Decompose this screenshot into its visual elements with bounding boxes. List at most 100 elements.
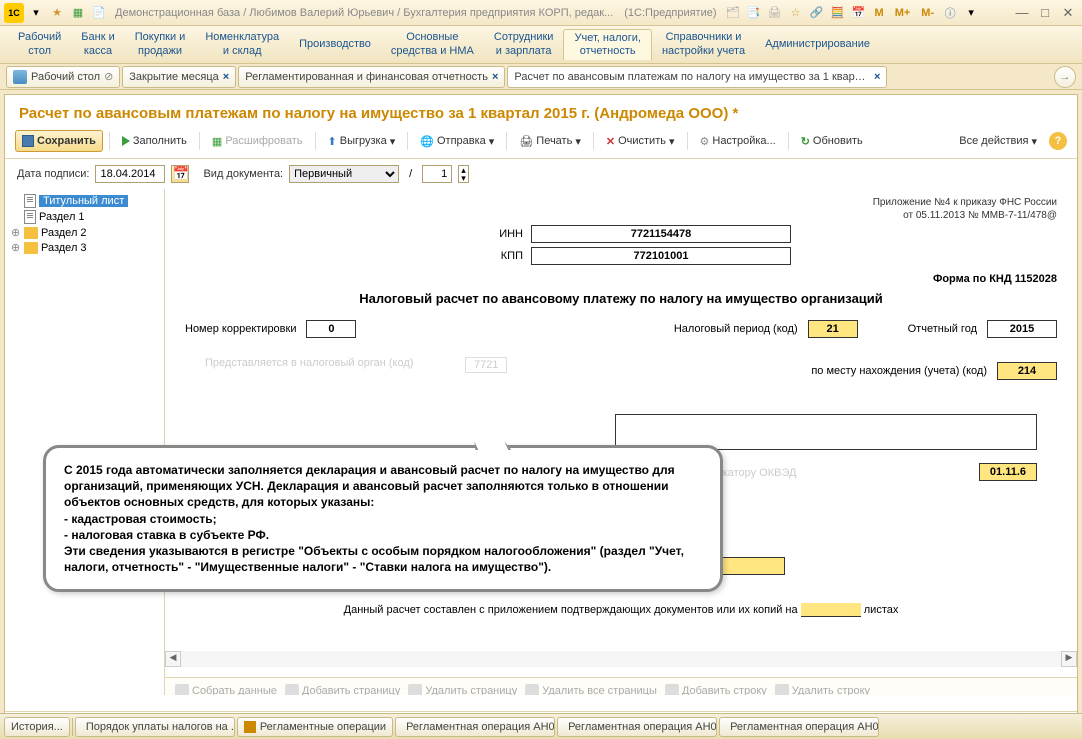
menu-nomenclature[interactable]: Номенклатура и склад (195, 29, 289, 59)
toolbar-icon-3[interactable]: 🖨 (766, 4, 784, 22)
collect-data-button[interactable]: Собрать данные (175, 684, 277, 696)
tab-desktop[interactable]: Рабочий стол ⊘ (6, 66, 120, 88)
place-value[interactable]: 214 (997, 362, 1057, 380)
task-tax-order[interactable]: Порядок уплаты налогов на ... (75, 717, 235, 737)
expand-icon[interactable]: ⊕ (11, 241, 21, 254)
year-value[interactable]: 2015 (987, 320, 1057, 338)
add-page-button[interactable]: Добавить страницу (285, 684, 400, 696)
chevron-down-icon: ▾ (390, 135, 396, 148)
menu-bank[interactable]: Банк и касса (71, 29, 124, 59)
tree-item-title-page[interactable]: Титульный лист (9, 193, 160, 209)
expand-icon[interactable]: ⊕ (11, 226, 21, 239)
taskbar: История... Порядок уплаты налогов на ...… (0, 713, 1082, 739)
task-reg-ops[interactable]: Регламентные операции (237, 717, 393, 737)
settings-button[interactable]: ⚙ Настройка... (694, 130, 782, 152)
add-row-icon (665, 684, 679, 696)
menu-employees[interactable]: Сотрудники и зарплата (484, 29, 564, 59)
clear-button[interactable]: ✕ Очистить ▾ (600, 130, 681, 152)
tab-reg-reports[interactable]: Регламентированная и финансовая отчетнос… (238, 66, 505, 88)
decrypt-label: Расшифровать (225, 135, 302, 147)
nav-forward-button[interactable]: → (1054, 66, 1076, 88)
task-reg-op-3[interactable]: Регламентная операция АН0... (719, 717, 879, 737)
dropdown-2-icon[interactable]: ▾ (962, 4, 980, 22)
delete-all-pages-button[interactable]: Удалить все страницы (525, 684, 657, 696)
doc-icon[interactable]: 📄 (90, 4, 108, 22)
horizontal-scrollbar[interactable]: ◀ ▶ (165, 651, 1077, 667)
all-actions-label: Все действия (959, 135, 1028, 147)
place-label: по месту нахождения (учета) (код) (811, 365, 987, 377)
calc-icon[interactable]: 🧮 (829, 4, 847, 22)
maximize-button[interactable]: □ (1035, 4, 1055, 22)
scroll-right-icon[interactable]: ▶ (1061, 651, 1077, 667)
upload-button[interactable]: ⬆ Выгрузка ▾ (322, 130, 402, 152)
scroll-left-icon[interactable]: ◀ (165, 651, 181, 667)
add-row-button[interactable]: Добавить строку (665, 684, 767, 696)
grid-icon[interactable]: ▦ (69, 4, 87, 22)
task-reg-op-1[interactable]: Регламентная операция АН0... (395, 717, 555, 737)
delete-page-button[interactable]: Удалить страницу (408, 684, 517, 696)
toolbar-icon-1[interactable]: 🗂 (724, 4, 742, 22)
sign-date-input[interactable] (95, 165, 165, 183)
fill-button[interactable]: Заполнить (116, 130, 193, 152)
close-button[interactable]: ✕ (1058, 4, 1078, 22)
close-icon[interactable]: × (223, 71, 229, 83)
calendar-button[interactable]: 📅 (171, 165, 189, 183)
tab-label: Рабочий стол (31, 71, 100, 83)
print-button[interactable]: 🖨 Печать ▾ (513, 130, 587, 152)
all-actions-button[interactable]: Все действия ▾ (953, 130, 1043, 152)
spinner-icon[interactable]: ▴▾ (458, 165, 469, 183)
calendar-icon[interactable]: 📅 (850, 4, 868, 22)
close-icon[interactable]: × (874, 71, 880, 83)
menu-references[interactable]: Справочники и настройки учета (652, 29, 755, 59)
correction-label: Номер корректировки (185, 323, 296, 335)
tab-closing-month[interactable]: Закрытие месяца × (122, 66, 236, 88)
send-label: Отправка (437, 135, 486, 147)
page-input[interactable] (422, 165, 452, 183)
refresh-button[interactable]: ↻ Обновить (795, 130, 869, 152)
menu-production[interactable]: Производство (289, 36, 381, 53)
memory-m-minus[interactable]: M- (917, 7, 938, 19)
tree-item-section-1[interactable]: Раздел 1 (9, 209, 160, 225)
send-button[interactable]: 🌐 Отправка ▾ (414, 130, 500, 152)
inn-value[interactable]: 7721154478 (531, 225, 791, 243)
decrypt-button[interactable]: ▦ Расшифровать (206, 130, 309, 152)
favorite-icon[interactable]: ☆ (787, 4, 805, 22)
menu-desktop[interactable]: Рабочий стол (8, 29, 71, 59)
period-value[interactable]: 21 (808, 320, 858, 338)
body-split: Титульный лист Раздел 1 ⊕ Раздел 2 ⊕ Раз… (5, 189, 1077, 695)
menu-purchases[interactable]: Покупки и продажи (125, 29, 196, 59)
tree-item-section-3[interactable]: ⊕ Раздел 3 (9, 240, 160, 255)
tab-pin-icon[interactable]: ⊘ (104, 70, 113, 83)
task-reg-op-2[interactable]: Регламентная операция АН0... (557, 717, 717, 737)
menu-taxes[interactable]: Учет, налоги, отчетность (563, 29, 651, 60)
memory-m-plus[interactable]: M+ (891, 7, 915, 19)
delete-row-button[interactable]: Удалить строку (775, 684, 870, 696)
document-title: Расчет по авансовым платежам по налогу н… (5, 95, 1077, 128)
task-history[interactable]: История... (4, 717, 70, 737)
tab-property-tax[interactable]: Расчет по авансовым платежам по налогу н… (507, 66, 887, 88)
link-icon[interactable]: 🔗 (808, 4, 826, 22)
folder-icon (24, 242, 38, 254)
kpp-value[interactable]: 772101001 (531, 247, 791, 265)
section-tree: Титульный лист Раздел 1 ⊕ Раздел 2 ⊕ Раз… (5, 189, 165, 695)
help-button[interactable]: ? (1049, 132, 1067, 150)
save-button[interactable]: Сохранить (15, 130, 103, 152)
tree-item-section-2[interactable]: ⊕ Раздел 2 (9, 225, 160, 240)
minimize-button[interactable]: — (1012, 4, 1032, 22)
document-toolbar: Сохранить Заполнить ▦ Расшифровать ⬆ Выг… (5, 128, 1077, 159)
attach-count-input[interactable] (801, 603, 861, 617)
menu-admin[interactable]: Администрирование (755, 36, 880, 53)
doctype-select[interactable]: Первичный (289, 165, 399, 183)
info-icon[interactable]: ⓘ (941, 4, 959, 22)
memory-m[interactable]: M (871, 7, 888, 19)
okved-value[interactable]: 01.11.6 (979, 463, 1037, 481)
close-icon[interactable]: × (492, 71, 498, 83)
folder-icon (24, 227, 38, 239)
window-title: Демонстрационная база / Любимов Валерий … (115, 7, 613, 19)
menu-assets[interactable]: Основные средства и НМА (381, 29, 484, 59)
toolbar-icon-2[interactable]: 📑 (745, 4, 763, 22)
star-icon[interactable]: ★ (48, 4, 66, 22)
dropdown-icon[interactable]: ▾ (27, 4, 45, 22)
correction-value[interactable]: 0 (306, 320, 356, 338)
tree-label: Раздел 1 (39, 211, 85, 223)
